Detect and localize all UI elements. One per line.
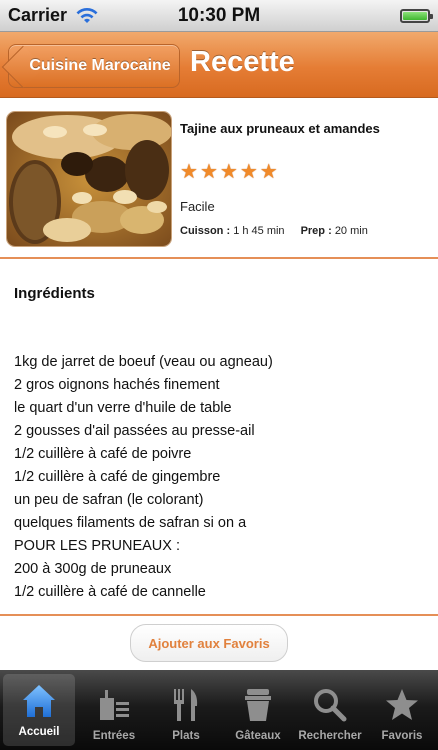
ingredients-section[interactable]: Ingrédients 1kg de jarret de boeuf (veau… [0, 261, 438, 614]
recipe-photo [6, 111, 172, 247]
carrier-label: Carrier [8, 5, 68, 25]
clock: 10:30 PM [177, 4, 261, 26]
tab-plats[interactable]: Plats [150, 670, 222, 750]
tab-label: Rechercher [298, 730, 362, 742]
tab-gateaux[interactable]: Gâteaux [222, 670, 294, 750]
tab-accueil[interactable]: Accueil [3, 674, 75, 746]
status-bar: Carrier 10:30 PM [0, 0, 438, 32]
drink-icon [94, 685, 134, 725]
tab-label: Plats [172, 730, 200, 742]
favorites-area: Ajouter aux Favoris [0, 614, 438, 670]
add-to-favorites-button[interactable]: Ajouter aux Favoris [130, 624, 288, 662]
home-icon [19, 681, 59, 721]
recipe-header: Tajine aux pruneaux et amandes ★ ★ ★ ★ ★… [0, 99, 438, 259]
wifi-icon [76, 7, 98, 23]
tab-label: Gâteaux [235, 730, 281, 742]
list-item: 1/2 cuillère à café de cannelle [14, 584, 206, 600]
back-button-label: Cuisine Marocaine [29, 57, 171, 74]
battery-icon [400, 8, 433, 23]
star-icon [382, 685, 422, 725]
prep-time: Prep : 20 min [301, 225, 368, 237]
list-item: le quart d'un verre d'huile de table [14, 400, 232, 416]
rating-stars: ★ ★ ★ ★ ★ [180, 162, 278, 182]
tab-label: Entrées [92, 730, 136, 742]
tab-label: Accueil [18, 726, 60, 738]
list-item: 1/2 cuillère à café de gingembre [14, 469, 221, 485]
battery-level [403, 11, 427, 20]
utensils-icon [166, 685, 206, 725]
recipe-times: Cuisson : 1 h 45 min Prep : 20 min [180, 225, 368, 237]
list-item: 1kg de jarret de boeuf (veau ou agneau) [14, 354, 273, 370]
difficulty-label: Facile [180, 199, 215, 214]
search-icon [310, 685, 350, 725]
list-item: 2 gros oignons hachés finement [14, 377, 220, 393]
tab-entrees[interactable]: Entrées [78, 670, 150, 750]
tab-rechercher[interactable]: Rechercher [294, 670, 366, 750]
navigation-bar: Cuisine Marocaine Recette [0, 32, 438, 98]
tab-favoris[interactable]: Favoris [366, 670, 438, 750]
ingredients-title: Ingrédients [14, 285, 95, 302]
recipe-name: Tajine aux pruneaux et amandes [180, 121, 380, 136]
prep-time-label: Prep : [300, 225, 332, 237]
list-item: 2 gousses d'ail passées au presse-ail [14, 423, 255, 439]
star-icon: ★ [199, 161, 218, 183]
cook-time-value: 1 h 45 min [233, 225, 285, 237]
star-icon: ★ [239, 161, 258, 183]
ingredients-list: 1kg de jarret de boeuf (veau ou agneau) … [14, 351, 424, 604]
cook-time: Cuisson : 1 h 45 min [180, 225, 285, 237]
cook-time-label: Cuisson : [180, 225, 231, 237]
star-icon: ★ [259, 161, 278, 183]
list-item: quelques filaments de safran si on a [14, 515, 247, 531]
list-item: 1/2 cuillère à café de poivre [14, 446, 192, 462]
tab-bar: Accueil Entrées Plats Gâteaux Rechercher… [0, 670, 438, 750]
page-title: Recette [190, 46, 295, 78]
tab-label: Favoris [381, 730, 423, 742]
list-item: un peu de safran (le colorant) [14, 492, 204, 508]
star-icon: ★ [219, 161, 238, 183]
list-item: 200 à 300g de pruneaux [14, 561, 172, 577]
tajine-photo-image [7, 112, 171, 246]
star-icon: ★ [180, 161, 198, 183]
back-button[interactable]: Cuisine Marocaine [1, 44, 180, 89]
list-item: POUR LES PRUNEAUX : [14, 538, 180, 554]
cake-icon [238, 685, 278, 725]
prep-time-value: 20 min [334, 225, 368, 237]
